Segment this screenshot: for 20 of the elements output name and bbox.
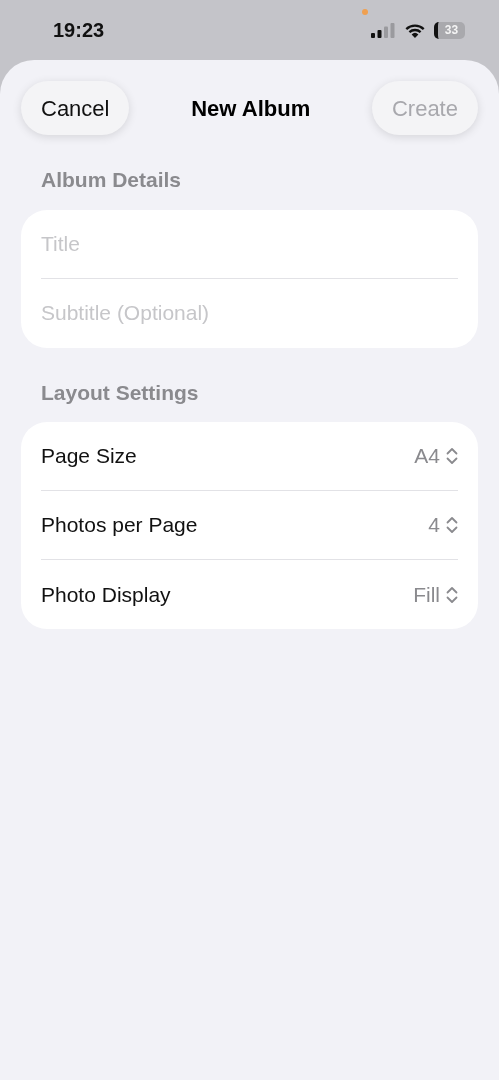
- chevron-up-down-icon: [446, 515, 458, 535]
- value-picker[interactable]: 4: [428, 509, 458, 541]
- text-field[interactable]: Title: [41, 227, 458, 260]
- row-label: Photos per Page: [41, 512, 198, 539]
- cancel-button[interactable]: Cancel: [21, 81, 130, 135]
- sheet-title: New Album: [191, 94, 311, 123]
- section-header: Album Details: [40, 167, 183, 193]
- wifi-icon: [404, 22, 426, 38]
- row-label: Photo Display: [41, 581, 171, 608]
- signal-icon: [371, 22, 396, 38]
- chevron-up-down-icon: [446, 446, 458, 466]
- status-time: 19:23: [53, 18, 105, 43]
- chevron-up-down-icon: [446, 584, 458, 605]
- battery-indicator: 33: [434, 21, 465, 39]
- text-field[interactable]: Subtitle (Optional): [41, 297, 458, 329]
- privacy-indicator-icon: [362, 9, 368, 15]
- value-picker[interactable]: A4: [414, 440, 458, 472]
- section-header: Layout Settings: [40, 379, 200, 406]
- value-picker[interactable]: Fill: [413, 578, 458, 611]
- row-label: Page Size: [41, 443, 137, 470]
